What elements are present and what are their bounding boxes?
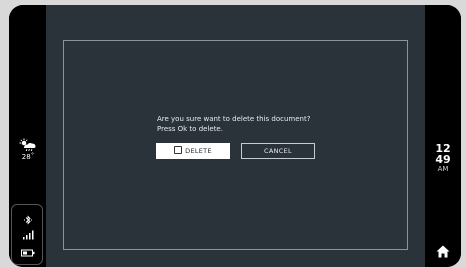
dialog-message-line-1: Are you sure want to delete this documen… (157, 115, 311, 123)
cancel-button-label: CANCEL (264, 147, 292, 155)
checkbox-icon (174, 146, 183, 154)
bluetooth-icon (23, 215, 33, 225)
delete-button[interactable]: DELETE (156, 143, 230, 159)
clock-minute: 49 (435, 153, 451, 166)
sun-cloud-rain-icon (19, 138, 36, 152)
home-icon (436, 245, 450, 258)
clock-ampm: AM (437, 165, 449, 173)
signal-bars-icon (23, 230, 34, 240)
temperature-label: 28˚ (21, 153, 35, 161)
connectivity-status[interactable] (11, 204, 43, 265)
dialog-message: Are you sure want to delete this documen… (157, 114, 310, 134)
left-status-rail: 28˚ (9, 5, 46, 267)
device-frame: 28˚ Are you sure want to delete this doc… (9, 5, 461, 267)
clock-widget: 12 49 AM (425, 143, 461, 174)
home-button[interactable] (436, 243, 450, 262)
weather-widget[interactable]: 28˚ (16, 138, 40, 161)
delete-button-label: DELETE (185, 147, 212, 155)
main-screen: Are you sure want to delete this documen… (46, 5, 425, 267)
right-status-rail: 12 49 AM (425, 5, 461, 267)
cancel-button[interactable]: CANCEL (241, 143, 315, 159)
delete-confirmation-dialog: Are you sure want to delete this documen… (63, 40, 408, 250)
battery-icon (21, 249, 35, 257)
dialog-message-line-2: Press Ok to delete. (157, 125, 223, 133)
